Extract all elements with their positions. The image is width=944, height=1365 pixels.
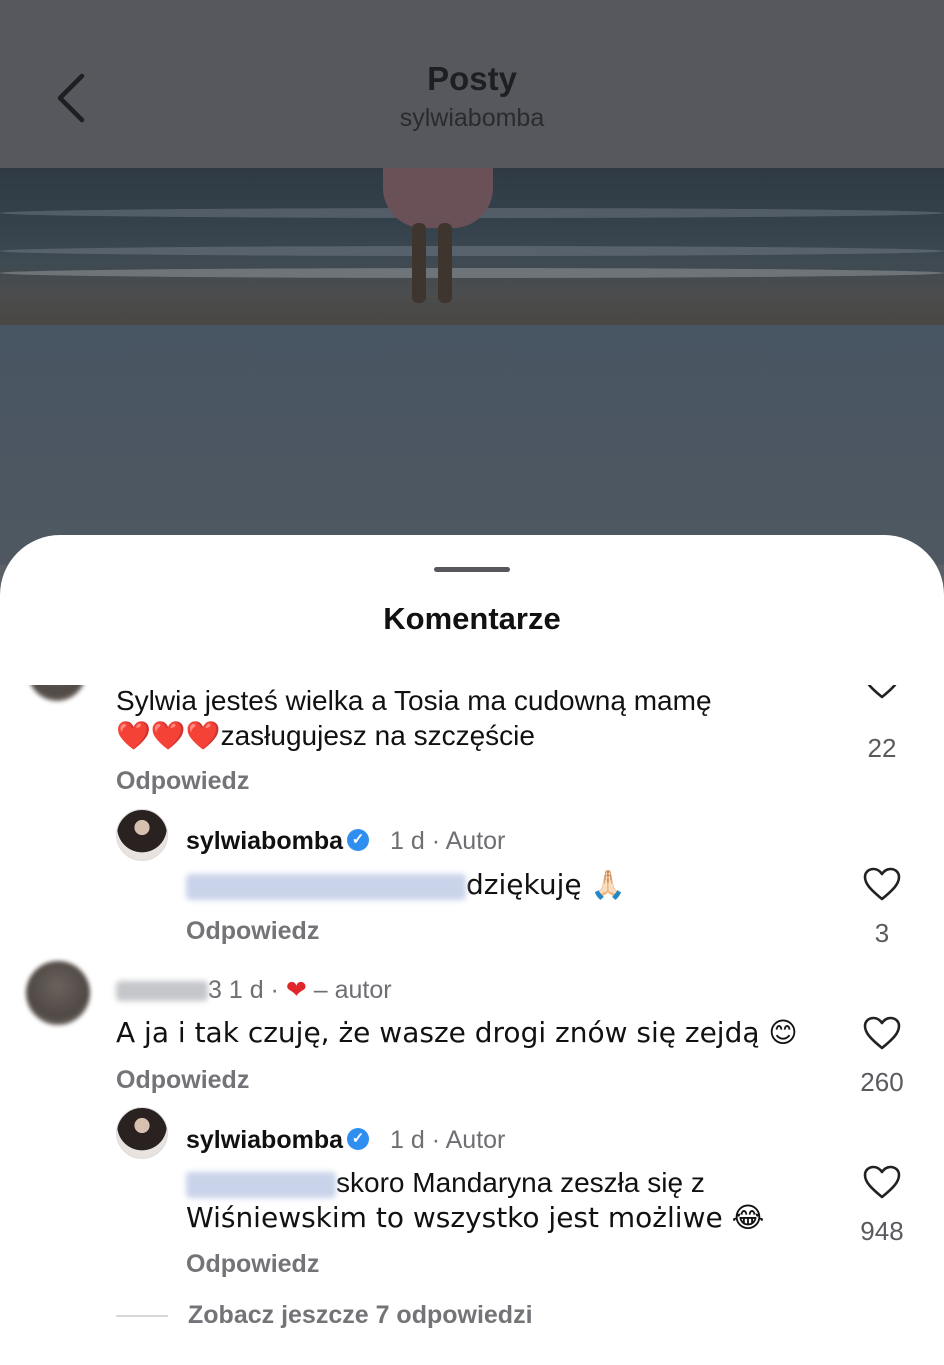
verified-badge-icon: ✓ bbox=[347, 1128, 369, 1151]
reply-button[interactable]: Odpowiedz bbox=[186, 917, 319, 946]
comment-text: A ja i tak czuję, że wasze drogi znów si… bbox=[116, 1016, 798, 1049]
comment-meta: 1 d · Autor bbox=[390, 1126, 506, 1154]
sheet-title: Komentarze bbox=[383, 601, 561, 636]
like-count: 260 bbox=[860, 1067, 904, 1097]
comment-username[interactable]: sylwiabomba ✓ bbox=[186, 1126, 373, 1155]
top-bar: Posty sylwiabomba bbox=[0, 0, 944, 168]
blurred-mention bbox=[186, 873, 466, 900]
blurred-username bbox=[116, 981, 208, 1002]
like-count: 22 bbox=[867, 733, 897, 763]
comment-text: dziękuję 🙏🏻 bbox=[186, 867, 625, 902]
like-count: 948 bbox=[860, 1216, 904, 1246]
heart-icon[interactable] bbox=[863, 1016, 901, 1050]
reply-button[interactable]: Odpowiedz bbox=[116, 767, 249, 796]
view-more-replies-button[interactable]: Zobacz jeszcze 7 odpowiedzi bbox=[188, 1301, 533, 1330]
heart-icon[interactable] bbox=[863, 1165, 901, 1199]
verified-badge-icon: ✓ bbox=[347, 829, 369, 852]
comment-username[interactable]: sylwiabomba ✓ bbox=[186, 827, 373, 856]
comment-list[interactable]: Sylwia jesteś wielka a Tosia ma cudowną … bbox=[0, 685, 944, 1365]
comments-sheet: Komentarze Sylwia jesteś wielka a Tosia … bbox=[0, 535, 944, 1365]
blurred-mention bbox=[186, 1171, 336, 1198]
avatar[interactable] bbox=[116, 1107, 168, 1159]
avatar[interactable] bbox=[116, 809, 168, 861]
avatar[interactable] bbox=[28, 685, 86, 701]
heart-filled-icon: ❤ bbox=[285, 976, 307, 1004]
heart-icon[interactable] bbox=[863, 685, 901, 699]
drag-handle[interactable] bbox=[434, 567, 510, 572]
post-photo bbox=[0, 168, 944, 325]
like-count: 3 bbox=[874, 918, 890, 948]
page-title: Posty bbox=[427, 60, 517, 97]
reply-button[interactable]: Odpowiedz bbox=[116, 1066, 249, 1095]
divider bbox=[116, 1315, 168, 1317]
heart-icon[interactable] bbox=[863, 867, 901, 901]
comment-meta: 3 1 d · ❤ – autor bbox=[116, 975, 392, 1005]
comment-text: Sylwia jesteś wielka a Tosia ma cudowną … bbox=[116, 685, 712, 752]
post-photo-lower bbox=[0, 325, 944, 565]
page-subtitle: sylwiabomba bbox=[399, 104, 545, 132]
reply-button[interactable]: Odpowiedz bbox=[186, 1250, 319, 1279]
comment-meta: 1 d · Autor bbox=[390, 827, 506, 855]
avatar[interactable] bbox=[26, 961, 90, 1025]
comment-text: skoro Mandaryna zeszła się z Wiśniewskim… bbox=[186, 1167, 765, 1234]
